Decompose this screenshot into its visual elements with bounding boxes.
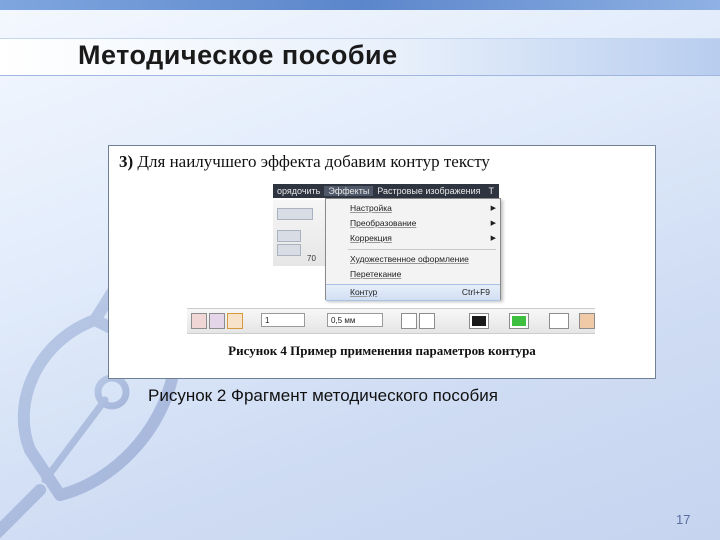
toolbar-undo-row	[277, 208, 313, 220]
contour-property-bar: 1 0,5 мм	[187, 308, 595, 334]
top-accent-band	[0, 0, 720, 10]
menu-item-blend: Перетекание	[326, 267, 500, 282]
menu-item-correction: Коррекция ▶	[326, 231, 500, 246]
contour-corners-button	[401, 313, 417, 329]
menu-item-shortcut: Ctrl+F9	[461, 287, 490, 297]
end-color-swatch	[549, 313, 569, 329]
figure-step-number: 3)	[119, 152, 134, 171]
slide-caption: Рисунок 2 Фрагмент методического пособия	[148, 386, 498, 405]
arrow-right-icon: ▶	[490, 205, 496, 212]
toolbar-spin-row-1	[277, 230, 301, 242]
outline-color-swatch	[469, 313, 489, 329]
slide-title: Методическое пособие	[78, 40, 398, 70]
menu-item-contour: Контур Ctrl+F9	[326, 284, 500, 301]
contour-color-direction-button	[419, 313, 435, 329]
menu-item-label: Перетекание	[350, 269, 402, 279]
menu-item-adjust: Настройка ▶	[326, 201, 500, 216]
menu-item-label: Преобразование	[350, 218, 417, 228]
menu-effects: Эффекты	[324, 186, 374, 196]
menu-item-label: Художественное оформление	[350, 254, 469, 264]
menu-separator	[348, 249, 496, 250]
menu-item-transform: Преобразование ▶	[326, 216, 500, 231]
menu-item-label: Коррекция	[350, 233, 392, 243]
menu-item-artistic: Художественное оформление	[326, 252, 500, 267]
app-menubar: орядочить Эффекты Растровые изображения …	[273, 184, 499, 198]
figure-step-text: 3) Для наилучшего эффекта добавим контур…	[119, 152, 490, 172]
figure-caption: Рисунок 4 Пример применения параметров к…	[228, 343, 536, 358]
apply-contour-icon	[579, 313, 595, 329]
contour-outside-button	[227, 313, 243, 329]
menu-arrange: орядочить	[277, 186, 321, 196]
effects-dropdown-menu: Настройка ▶ Преобразование ▶ Коррекция ▶…	[325, 198, 501, 301]
contour-inside-button	[209, 313, 225, 329]
contour-steps-field: 1	[261, 313, 305, 327]
figure-step-label: Для наилучшего эффекта добавим контур те…	[137, 152, 490, 171]
arrow-right-icon: ▶	[490, 220, 496, 227]
menu-text: Т	[488, 186, 495, 196]
fill-color-swatch	[509, 313, 529, 329]
contour-offset-field: 0,5 мм	[327, 313, 383, 327]
contour-to-center-button	[191, 313, 207, 329]
page-number: 17	[676, 512, 691, 527]
menu-item-label: Контур	[350, 287, 378, 297]
toolbar-spin-row-2	[277, 244, 301, 256]
ruler-number: 70	[307, 254, 316, 263]
menu-item-label: Настройка	[350, 203, 392, 213]
arrow-right-icon: ▶	[490, 235, 496, 242]
app-toolbar-fragment: 70	[273, 200, 326, 266]
tutorial-figure: 3) Для наилучшего эффекта добавим контур…	[108, 145, 656, 379]
menu-bitmaps: Растровые изображения	[377, 186, 481, 196]
